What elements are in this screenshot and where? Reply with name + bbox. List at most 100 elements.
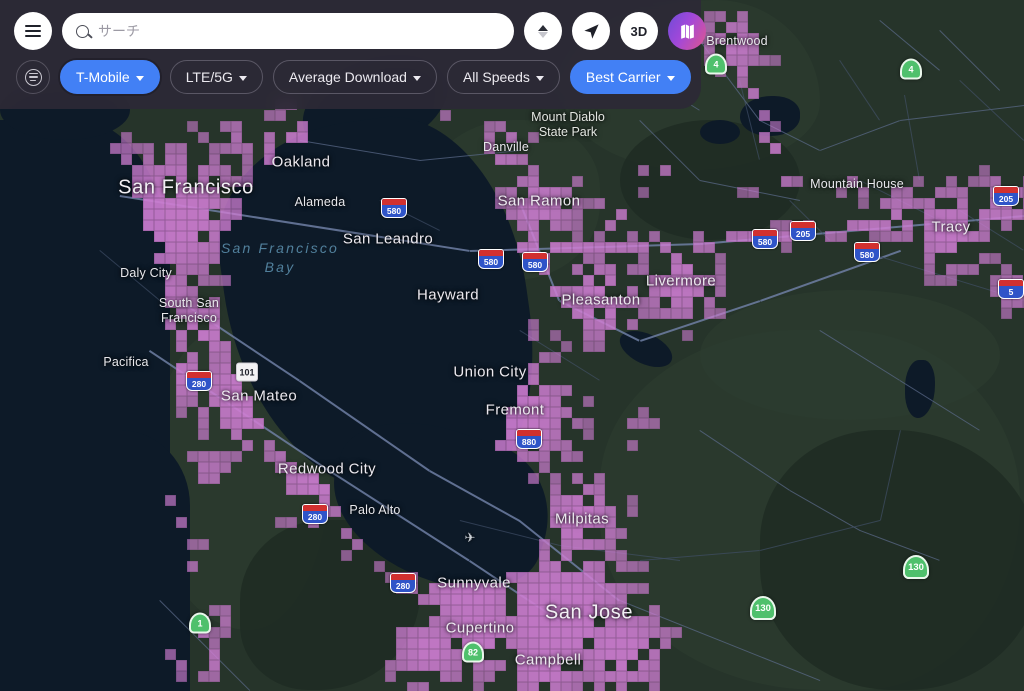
coverage-cell[interactable] [737,187,748,198]
coverage-cell[interactable] [418,627,429,638]
coverage-cell[interactable] [209,330,220,341]
coverage-cell[interactable] [176,154,187,165]
coverage-cell[interactable] [968,264,979,275]
coverage-cell[interactable] [638,297,649,308]
coverage-cell[interactable] [517,418,528,429]
coverage-cell[interactable] [726,22,737,33]
coverage-cell[interactable] [528,594,539,605]
coverage-cell[interactable] [231,385,242,396]
coverage-cell[interactable] [495,616,506,627]
coverage-cell[interactable] [583,616,594,627]
coverage-cell[interactable] [869,220,880,231]
coverage-cell[interactable] [594,231,605,242]
coverage-cell[interactable] [583,286,594,297]
interstate-shield-icon[interactable]: 880 [516,429,542,449]
coverage-cell[interactable] [693,242,704,253]
coverage-cell[interactable] [517,220,528,231]
coverage-cell[interactable] [495,121,506,132]
coverage-cell[interactable] [561,297,572,308]
coverage-cell[interactable] [473,594,484,605]
coverage-cell[interactable] [198,220,209,231]
coverage-cell[interactable] [286,517,297,528]
coverage-cell[interactable] [220,396,231,407]
coverage-cell[interactable] [946,220,957,231]
coverage-cell[interactable] [836,187,847,198]
coverage-cell[interactable] [583,198,594,209]
state-route-shield-icon[interactable]: 4 [900,58,922,80]
coverage-cell[interactable] [572,572,583,583]
coverage-cell[interactable] [660,308,671,319]
coverage-cell[interactable] [198,407,209,418]
coverage-cell[interactable] [220,121,231,132]
coverage-cell[interactable] [561,539,572,550]
coverage-cell[interactable] [209,308,220,319]
coverage-cell[interactable] [594,319,605,330]
coverage-cell[interactable] [341,550,352,561]
coverage-cell[interactable] [924,242,935,253]
coverage-cell[interactable] [957,231,968,242]
coverage-cell[interactable] [176,660,187,671]
coverage-cell[interactable] [209,165,220,176]
coverage-cell[interactable] [451,605,462,616]
coverage-cell[interactable] [539,418,550,429]
coverage-cell[interactable] [308,473,319,484]
coverage-cell[interactable] [715,253,726,264]
coverage-cell[interactable] [451,671,462,682]
coverage-cell[interactable] [715,308,726,319]
coverage-cell[interactable] [616,627,627,638]
coverage-cell[interactable] [286,473,297,484]
coverage-cell[interactable] [440,594,451,605]
coverage-cell[interactable] [957,198,968,209]
coverage-cell[interactable] [583,627,594,638]
coverage-cell[interactable] [572,583,583,594]
coverage-cell[interactable] [605,275,616,286]
coverage-cell[interactable] [781,176,792,187]
coverage-cell[interactable] [539,638,550,649]
coverage-cell[interactable] [880,231,891,242]
coverage-cell[interactable] [198,176,209,187]
coverage-cell[interactable] [957,209,968,220]
coverage-cell[interactable] [649,418,660,429]
coverage-cell[interactable] [638,418,649,429]
coverage-cell[interactable] [429,583,440,594]
coverage-cell[interactable] [165,165,176,176]
coverage-cell[interactable] [594,561,605,572]
coverage-cell[interactable] [550,396,561,407]
coverage-cell[interactable] [198,418,209,429]
coverage-cell[interactable] [572,451,583,462]
coverage-cell[interactable] [132,176,143,187]
coverage-cell[interactable] [440,110,451,121]
coverage-cell[interactable] [594,330,605,341]
coverage-cell[interactable] [561,242,572,253]
coverage-cell[interactable] [176,396,187,407]
coverage-cell[interactable] [583,539,594,550]
coverage-cell[interactable] [627,638,638,649]
coverage-cell[interactable] [583,671,594,682]
coverage-cell[interactable] [572,242,583,253]
coverage-cell[interactable] [506,407,517,418]
coverage-cell[interactable] [572,308,583,319]
coverage-cell[interactable] [671,286,682,297]
coverage-cell[interactable] [649,671,660,682]
coverage-cell[interactable] [715,275,726,286]
coverage-cell[interactable] [220,605,231,616]
coverage-cell[interactable] [165,649,176,660]
coverage-cell[interactable] [638,638,649,649]
coverage-cell[interactable] [528,209,539,220]
coverage-cell[interactable] [231,121,242,132]
coverage-cell[interactable] [396,649,407,660]
coverage-cell[interactable] [572,418,583,429]
interstate-shield-icon[interactable]: 580 [522,252,548,272]
coverage-cell[interactable] [594,341,605,352]
coverage-cell[interactable] [605,539,616,550]
coverage-cell[interactable] [891,198,902,209]
coverage-cell[interactable] [649,616,660,627]
coverage-cell[interactable] [187,121,198,132]
interstate-shield-icon[interactable]: 280 [390,573,416,593]
tilt-up-down-icon[interactable] [524,12,562,50]
coverage-cell[interactable] [605,638,616,649]
coverage-cell[interactable] [209,451,220,462]
coverage-cell[interactable] [539,572,550,583]
coverage-cell[interactable] [616,583,627,594]
coverage-cell[interactable] [561,286,572,297]
